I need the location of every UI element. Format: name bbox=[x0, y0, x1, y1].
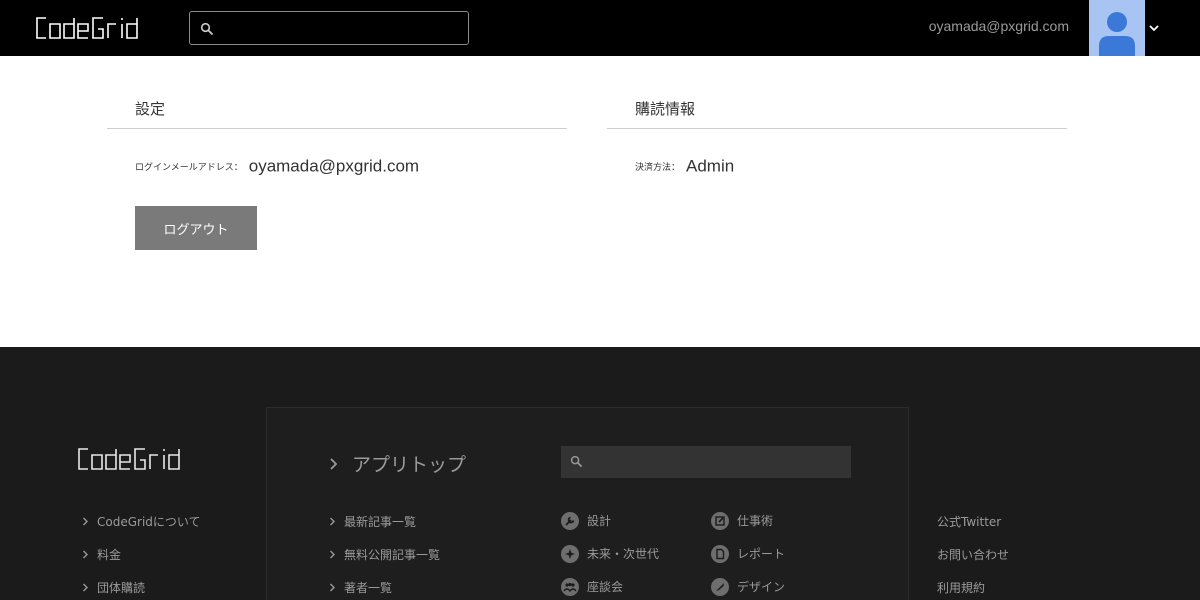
footer-link-label: 利用規約 bbox=[937, 581, 986, 595]
twitter-link[interactable]: 公式Twitter bbox=[937, 505, 1009, 538]
user-email: oyamada@pxgrid.com bbox=[928, 18, 1069, 34]
chevron-right-icon bbox=[330, 550, 335, 559]
article-link-label: 最新記事一覧 bbox=[344, 515, 417, 529]
footer-link-label: 公式Twitter bbox=[937, 515, 1002, 529]
payment-method-label: 決済方法： bbox=[635, 163, 681, 173]
category-label: 設計 bbox=[587, 514, 612, 528]
category-design[interactable]: デザイン bbox=[711, 570, 785, 600]
codegrid-logo-mark bbox=[36, 17, 138, 39]
category-roundtable[interactable]: 座談会 bbox=[561, 570, 659, 600]
payment-method-value: Admin bbox=[686, 156, 735, 176]
footer-logo[interactable] bbox=[78, 445, 206, 473]
settings-panel: 設定 ログインメールアドレス： oyamada@pxgrid.com bbox=[107, 96, 567, 176]
category-future[interactable]: 未来・次世代 bbox=[561, 537, 659, 570]
user-avatar-icon bbox=[1099, 12, 1135, 56]
category-label: デザイン bbox=[737, 580, 786, 594]
article-link-label: 無料公開記事一覧 bbox=[344, 548, 441, 562]
footer: CodeGridについて 料金 団体購読 アプリトップ 最新記事一覧 無料公開記… bbox=[0, 347, 1200, 600]
edit-icon bbox=[711, 511, 729, 530]
chevron-right-icon bbox=[83, 517, 88, 526]
footer-link-label: CodeGridについて bbox=[97, 515, 201, 529]
settings-title: 設定 bbox=[107, 96, 567, 129]
footer-link-pricing[interactable]: 料金 bbox=[82, 538, 201, 571]
wrench-icon bbox=[561, 511, 579, 530]
search-input[interactable] bbox=[220, 12, 464, 44]
chevron-right-icon bbox=[83, 583, 88, 592]
category-label: 仕事術 bbox=[737, 514, 774, 528]
category-report[interactable]: レポート bbox=[711, 537, 785, 570]
footer-left-links: CodeGridについて 料金 団体購読 bbox=[82, 505, 201, 600]
app-top-label: アプリトップ bbox=[352, 454, 467, 476]
search-icon bbox=[570, 455, 583, 468]
terms-link[interactable]: 利用規約 bbox=[937, 571, 1009, 600]
logout-button[interactable]: ログアウト bbox=[135, 206, 257, 250]
category-column-2: 仕事術 レポート デザイン bbox=[711, 504, 785, 600]
codegrid-logo-mark bbox=[78, 448, 180, 470]
document-icon bbox=[711, 544, 729, 563]
chevron-right-icon bbox=[330, 517, 335, 526]
free-articles-link[interactable]: 無料公開記事一覧 bbox=[329, 538, 440, 571]
chevron-down-icon[interactable] bbox=[1148, 22, 1160, 34]
codegrid-logo[interactable] bbox=[36, 14, 164, 42]
footer-link-label: 料金 bbox=[97, 548, 122, 562]
footer-search[interactable] bbox=[561, 446, 851, 478]
article-link-label: 著者一覧 bbox=[344, 581, 393, 595]
contact-link[interactable]: お問い合わせ bbox=[937, 538, 1009, 571]
category-label: 未来・次世代 bbox=[587, 547, 660, 561]
app-top-link[interactable]: アプリトップ bbox=[329, 450, 466, 477]
top-bar: oyamada@pxgrid.com bbox=[0, 0, 1200, 56]
category-design-arch[interactable]: 設計 bbox=[561, 504, 659, 537]
login-email-label: ログインメールアドレス： bbox=[135, 163, 243, 173]
footer-app-box: アプリトップ 最新記事一覧 無料公開記事一覧 著者一覧 設計 未来・次世代 座談… bbox=[266, 407, 909, 600]
login-email-value: oyamada@pxgrid.com bbox=[248, 156, 420, 176]
footer-link-label: 団体購読 bbox=[97, 581, 146, 595]
header-search[interactable] bbox=[189, 11, 469, 45]
subscription-panel: 購読情報 決済方法： Admin bbox=[607, 96, 1067, 176]
category-column-1: 設計 未来・次世代 座談会 bbox=[561, 504, 659, 600]
sparkle-icon bbox=[561, 544, 579, 563]
latest-articles-link[interactable]: 最新記事一覧 bbox=[329, 505, 440, 538]
category-label: レポート bbox=[737, 547, 786, 561]
search-icon bbox=[200, 22, 214, 36]
payment-method-field: 決済方法： Admin bbox=[635, 156, 734, 177]
footer-link-about[interactable]: CodeGridについて bbox=[82, 505, 201, 538]
subscription-title: 購読情報 bbox=[607, 96, 1067, 129]
footer-search-input[interactable] bbox=[589, 446, 845, 478]
article-links: 最新記事一覧 無料公開記事一覧 著者一覧 bbox=[329, 505, 440, 600]
footer-link-group[interactable]: 団体購読 bbox=[82, 571, 201, 600]
brush-icon bbox=[711, 577, 729, 596]
authors-link[interactable]: 著者一覧 bbox=[329, 571, 440, 600]
chevron-right-icon bbox=[330, 583, 335, 592]
category-label: 座談会 bbox=[587, 580, 624, 594]
footer-link-label: お問い合わせ bbox=[937, 548, 1010, 562]
chevron-right-icon bbox=[330, 457, 338, 470]
login-email-field: ログインメールアドレス： oyamada@pxgrid.com bbox=[135, 156, 419, 177]
people-icon bbox=[561, 577, 579, 596]
chevron-right-icon bbox=[83, 550, 88, 559]
category-work[interactable]: 仕事術 bbox=[711, 504, 785, 537]
user-avatar[interactable] bbox=[1089, 0, 1145, 56]
footer-right-links: 公式Twitter お問い合わせ 利用規約 bbox=[937, 505, 1009, 600]
